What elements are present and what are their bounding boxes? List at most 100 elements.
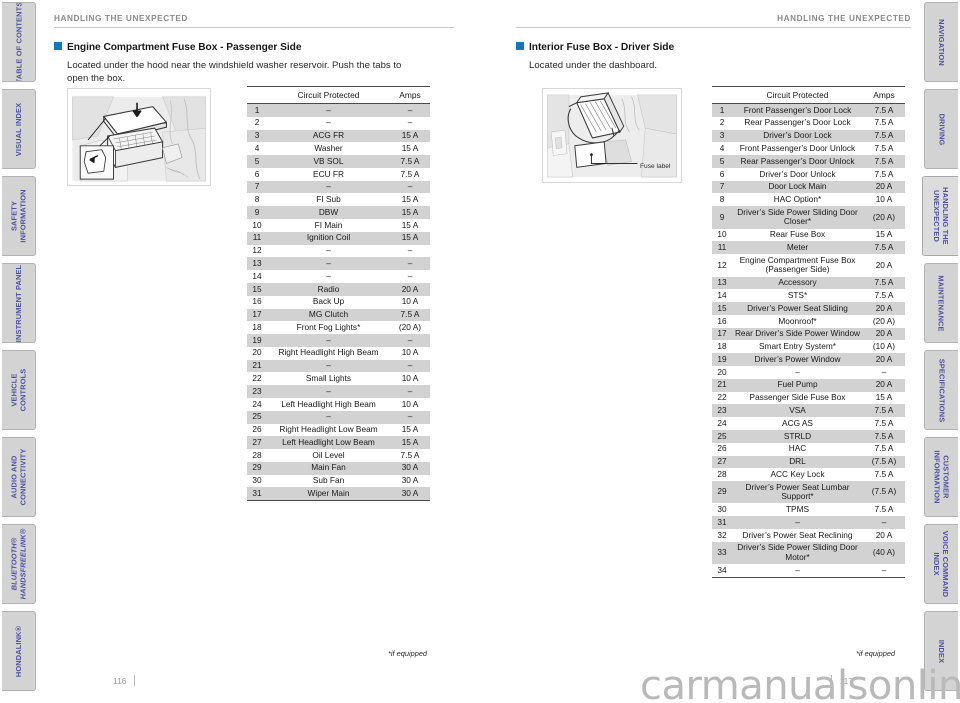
fuse-number: 9 [712,206,732,229]
circuit-protected: Door Lock Main [732,180,863,194]
tab-hondalink[interactable]: HONDALINK® [2,611,36,691]
amps: – [390,385,430,398]
amps: 7.5 A [863,155,905,168]
fuse-number: 19 [712,353,732,367]
circuit-protected: DRL [732,455,863,469]
col-header-amps: Amps [863,86,905,104]
amps: 7.5 A [863,503,905,517]
circuit-protected: – [267,410,390,424]
table-row: 9 DBW 15 A [247,206,430,220]
circuit-protected: Driver’s Door Unlock [732,167,863,181]
table-head: Circuit Protected Amps [712,86,905,104]
amps: 15 A [390,219,430,232]
tab-voice-command-index[interactable]: VOICE COMMAND INDEX [924,524,958,604]
right-tab-label: INDEX [937,639,946,663]
amps: – [390,270,430,283]
tab-vehicle-controls[interactable]: VEHICLE CONTROLS [2,350,36,430]
amps: 7.5 A [863,103,905,117]
table-header-row: Circuit Protected Amps [712,86,905,104]
table-row: 28 ACC Key Lock 7.5 A [712,468,905,482]
tab-audio-and-connectivity[interactable]: AUDIO AND CONNECTIVITY [2,437,36,517]
fuse-number: 17 [712,327,732,341]
fuse-number: 5 [247,155,267,168]
table-header-row: Circuit Protected Amps [247,86,430,104]
right-page-folio: 117 [830,675,853,686]
fuse-number: 16 [712,314,732,328]
amps: (20 A) [863,206,905,229]
fuse-number: 6 [712,167,732,181]
circuit-protected: MG Clutch [267,308,390,322]
right-page: HANDLING THE UNEXPECTED Interior Fuse Bo… [516,0,911,703]
circuit-protected: STS* [732,289,863,303]
fuse-number: 8 [247,193,267,207]
table-row: 20 Right Headlight High Beam 10 A [247,346,430,360]
table-row: 16 Back Up 10 A [247,295,430,309]
fuse-number: 23 [247,385,267,398]
table-row: 3 Driver’s Door Lock 7.5 A [712,129,905,143]
engine-fuse-box-illustration [67,88,211,186]
amps: (10 A) [863,340,905,354]
right-tab-label: HANDLING THE UNEXPECTED [931,187,950,245]
tab-handling-the-unexpected[interactable]: HANDLING THE UNEXPECTED [922,176,958,256]
table-row: 34– – [712,564,905,578]
circuit-protected: Driver’s Side Power Sliding Door Closer* [732,206,863,229]
right-tab-label: VOICE COMMAND INDEX [932,530,951,598]
circuit-protected: Smart Entry System* [732,340,863,354]
left-tab-label: SAFETY INFORMATION [9,189,28,243]
table-row: 12– – [247,244,430,258]
fuse-number: 18 [247,321,267,335]
tab-table-of-contents[interactable]: TABLE OF CONTENTS [2,2,36,82]
tab-safety-information[interactable]: SAFETY INFORMATION [2,176,36,256]
amps: 20 A [863,327,905,341]
tab-visual-index[interactable]: VISUAL INDEX [2,89,36,169]
table-row: 24 ACG AS 7.5 A [712,417,905,430]
fuse-number: 26 [247,423,267,437]
folio-divider [830,675,832,686]
tab-instrument-panel[interactable]: INSTRUMENT PANEL [2,263,36,343]
table-row: 15 Driver’s Power Seat Sliding 20 A [712,302,905,315]
table-row: 21– – [247,359,430,373]
amps: 20 A [863,529,905,542]
tab-customer-information[interactable]: CUSTOMER INFORMATION [924,437,958,517]
circuit-protected: – [267,244,390,258]
tab-bluetooth-handsfreelink[interactable]: BLUETOOTH® HANDSFREELINK® [2,524,36,604]
tab-navigation[interactable]: NAVIGATION [924,2,958,82]
fuse-number: 12 [712,254,732,277]
left-tab-label: AUDIO AND CONNECTIVITY [9,448,28,506]
amps: 20 A [863,254,905,277]
fuse-number: 18 [712,340,732,354]
amps: 7.5 A [863,167,905,181]
table-row: 32 Driver’s Power Seat Reclining 20 A [712,529,905,542]
tab-specifications[interactable]: SPECIFICATIONS [924,350,958,430]
table-row: 21 Fuel Pump 20 A [712,378,905,392]
circuit-protected: Sub Fan [267,474,390,488]
table-row: 6 ECU FR 7.5 A [247,167,430,181]
amps: 15 A [390,129,430,143]
square-bullet-icon [54,42,62,50]
tab-maintenance[interactable]: MAINTENANCE [924,263,958,343]
right-body-text: Located under the dashboard. [529,60,658,71]
amps: 30 A [390,461,430,475]
amps: – [390,334,430,347]
circuit-protected: – [267,257,390,271]
tab-driving[interactable]: DRIVING [924,89,958,169]
fuse-number: 10 [247,219,267,232]
fuse-number: 20 [712,366,732,379]
col-header-circuit: Circuit Protected [267,86,390,104]
right-page-number: 117 [839,675,853,686]
table-row: 12 Engine Compartment Fuse Box (Passenger… [712,254,905,277]
fuse-number: 19 [247,334,267,347]
amps: 20 A [863,180,905,194]
tab-index[interactable]: INDEX [924,611,958,691]
amps: 20 A [390,282,430,296]
fuse-number: 27 [712,455,732,469]
left-page-number: 116 [113,675,127,686]
amps: 10 A [390,346,430,360]
table-row: 11 Ignition Coil 15 A [247,231,430,245]
amps: – [863,516,905,529]
amps: – [390,257,430,271]
circuit-protected: Right Headlight Low Beam [267,423,390,437]
left-tab-label: INSTRUMENT PANEL [14,264,23,342]
amps: (20 A) [863,314,905,328]
col-header-circuit: Circuit Protected [732,86,863,104]
